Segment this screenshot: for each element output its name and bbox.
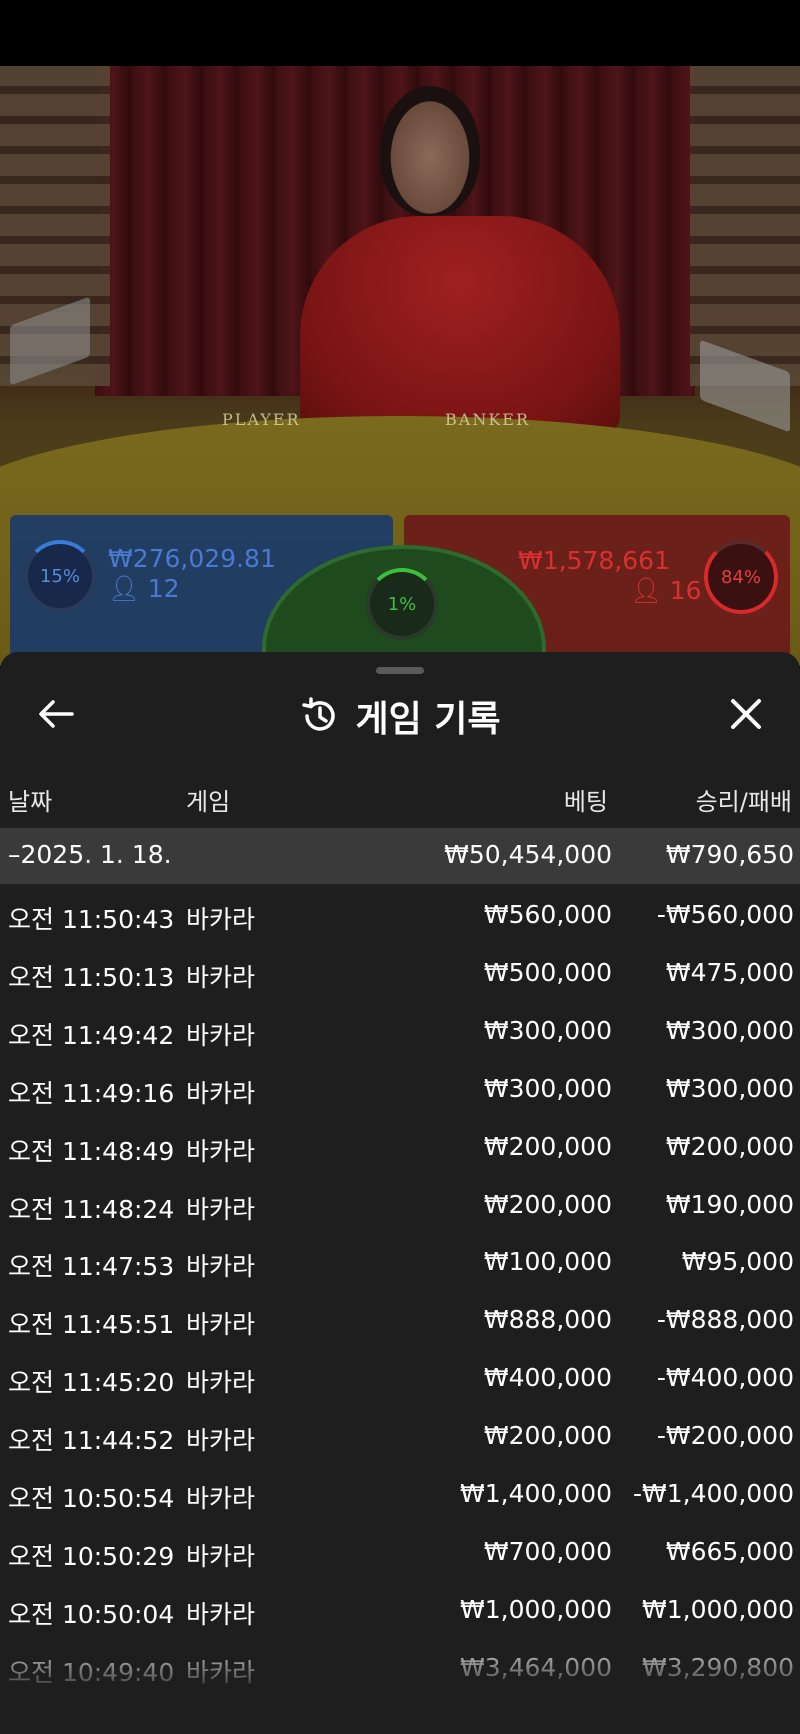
history-result: ₩300,000 <box>665 1073 794 1103</box>
column-header-bet[interactable]: 베팅 <box>440 782 608 817</box>
history-time: 오전 10:50:54 <box>8 1484 175 1513</box>
history-game: 바카라 <box>186 1078 256 1108</box>
history-time: 오전 10:50:29 <box>8 1541 175 1571</box>
banker-bettor-count: 👤︎ 16 <box>630 576 702 605</box>
history-game: 바카라 <box>186 1020 256 1050</box>
table-label-player: PLAYER <box>222 410 301 429</box>
tie-percent-ring: 1% <box>366 568 438 640</box>
player-percent: 15% <box>39 565 80 587</box>
history-result: ₩190,000 <box>665 1189 794 1219</box>
history-bet: ₩1,000,000 <box>460 1594 612 1624</box>
history-game: 바카라 <box>186 1194 256 1224</box>
history-result: -₩888,000 <box>656 1305 794 1335</box>
status-bar <box>0 0 800 66</box>
summary-result: ₩790,650 <box>665 840 794 869</box>
tie-percent: 1% <box>387 593 417 615</box>
history-bet: ₩300,000 <box>483 1073 612 1103</box>
person-icon: 👤︎ <box>630 576 662 605</box>
history-result: -₩1,400,000 <box>633 1479 794 1508</box>
history-result: ₩300,000 <box>665 1015 794 1045</box>
history-result: -₩560,000 <box>656 900 794 929</box>
history-time: 오전 11:50:43 <box>8 905 175 934</box>
history-time: 오전 11:45:20 <box>8 1368 175 1398</box>
history-result: ₩665,000 <box>665 1536 794 1566</box>
history-time: 오전 11:48:49 <box>8 1136 175 1166</box>
history-game: 바카라 <box>186 1310 256 1340</box>
history-bet: ₩200,000 <box>483 1421 612 1451</box>
history-time: 오전 11:49:42 <box>8 1020 175 1050</box>
person-icon: 👤︎ <box>108 574 140 603</box>
history-time: 오전 11:44:52 <box>8 1426 175 1456</box>
table-label-banker: BANKER <box>445 410 530 429</box>
player-total-bet: ₩276,029.81 <box>108 544 276 573</box>
player-bettor-count: 👤︎ 12 <box>108 574 180 603</box>
history-time: 오전 11:48:24 <box>8 1194 175 1224</box>
history-bet: ₩888,000 <box>483 1305 612 1335</box>
history-game: 바카라 <box>186 1484 256 1513</box>
column-header-game[interactable]: 게임 <box>186 782 230 817</box>
column-header-date[interactable]: 날짜 <box>8 782 52 817</box>
dealer-head <box>380 86 480 216</box>
history-time: 오전 11:47:53 <box>8 1252 175 1282</box>
column-header-result[interactable]: 승리/패배 <box>600 782 792 817</box>
history-game: 바카라 <box>186 1136 256 1166</box>
lattice-screen-right <box>690 66 800 386</box>
history-game: 바카라 <box>186 962 256 992</box>
history-bet: ₩200,000 <box>483 1131 612 1161</box>
history-result: ₩1,000,000 <box>642 1594 794 1624</box>
summary-bet: ₩50,454,000 <box>444 840 612 869</box>
history-game: 바카라 <box>186 1368 256 1398</box>
history-game: 바카라 <box>186 1252 256 1282</box>
history-bet: ₩100,000 <box>483 1247 612 1277</box>
history-bet: ₩700,000 <box>483 1536 612 1566</box>
history-time: 오전 11:50:13 <box>8 962 175 992</box>
close-button[interactable] <box>724 692 768 736</box>
player-percent-ring: 15% <box>24 540 96 612</box>
history-game: 바카라 <box>186 1599 256 1629</box>
history-result: ₩200,000 <box>665 1131 794 1161</box>
banker-percent-ring: 84% <box>704 540 778 614</box>
history-time: 오전 11:45:51 <box>8 1310 175 1340</box>
history-game: 바카라 <box>186 905 256 934</box>
history-bet: ₩560,000 <box>483 900 612 929</box>
banker-percent: 84% <box>720 566 761 588</box>
banker-total-bet: ₩1,578,661 <box>518 546 670 575</box>
history-bet: ₩300,000 <box>483 1015 612 1045</box>
history-bet: ₩500,000 <box>483 957 612 987</box>
drag-handle[interactable] <box>376 667 424 674</box>
scroll-fade <box>0 1630 800 1734</box>
history-time: 오전 10:50:04 <box>8 1599 175 1629</box>
dealer-body <box>300 216 620 436</box>
history-time: 오전 11:49:16 <box>8 1078 175 1108</box>
history-icon <box>302 697 336 731</box>
page-title: 게임 기록 <box>355 699 501 740</box>
history-result: ₩475,000 <box>665 957 794 987</box>
history-bet: ₩400,000 <box>483 1363 612 1393</box>
history-game: 바카라 <box>186 1426 256 1456</box>
history-game: 바카라 <box>186 1541 256 1571</box>
history-bet: ₩1,400,000 <box>460 1479 612 1508</box>
history-bet: ₩200,000 <box>483 1189 612 1219</box>
history-result: ₩95,000 <box>681 1247 794 1277</box>
history-result: -₩400,000 <box>656 1363 794 1393</box>
history-result: -₩200,000 <box>656 1421 794 1451</box>
close-icon <box>731 699 761 729</box>
summary-date: –2025. 1. 18. <box>8 840 172 869</box>
sheet-header: 게임 기록 <box>0 690 800 742</box>
